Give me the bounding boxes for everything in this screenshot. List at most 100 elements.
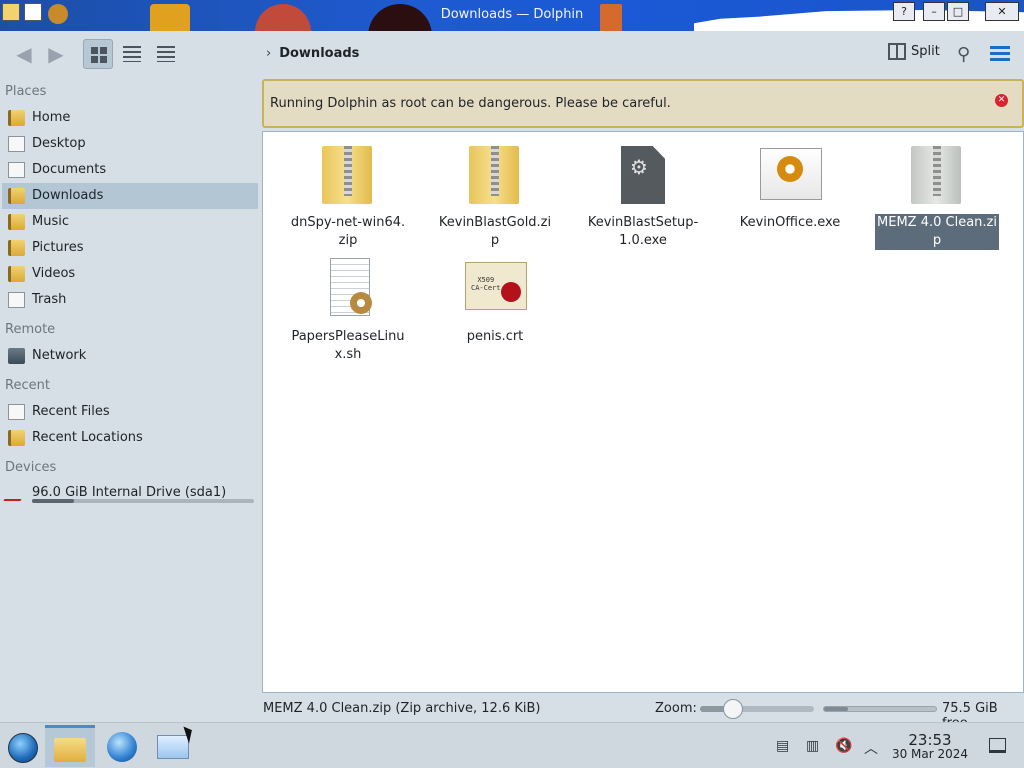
- sidebar-item-label: 96.0 GiB Internal Drive (sda1): [32, 485, 227, 500]
- file-name: KevinOffice.exe: [739, 215, 841, 230]
- certificate-icon: X509 CA-Cert: [463, 256, 527, 320]
- start-orb-icon: [8, 733, 38, 763]
- drive-capacity-fill: [32, 499, 75, 503]
- free-space-fill: [824, 707, 848, 711]
- sidebar-item-recent-files[interactable]: Recent Files: [2, 399, 258, 425]
- clock-date[interactable]: 30 Mar 2024: [885, 747, 975, 761]
- sidebar-item-desktop[interactable]: Desktop: [2, 131, 258, 157]
- file-item[interactable]: ⚙ KevinBlastSetup-1.0.exe: [581, 142, 705, 250]
- window-title: Downloads — Dolphin: [440, 7, 584, 22]
- maximize-button[interactable]: □: [947, 2, 969, 21]
- desktop-icon: [8, 136, 25, 152]
- file-item[interactable]: dnSpy-net-win64.zip: [286, 142, 410, 250]
- hamburger-menu-icon[interactable]: [990, 46, 1010, 62]
- compact-view-button[interactable]: [117, 39, 147, 69]
- details-view-icon: [157, 46, 175, 62]
- file-name: PapersPleaseLinux.sh: [291, 329, 405, 362]
- file-item[interactable]: KevinBlastGold.zip: [433, 142, 557, 250]
- sidebar-item-music[interactable]: Music: [2, 209, 258, 235]
- file-item[interactable]: KevinOffice.exe: [728, 142, 852, 232]
- free-space-bar: [823, 706, 937, 712]
- close-warning-icon[interactable]: ✕: [995, 94, 1008, 107]
- section-title-remote: Remote: [5, 322, 56, 337]
- file-name: KevinBlastSetup-1.0.exe: [587, 215, 699, 248]
- sidebar-item-label: Pictures: [32, 240, 84, 255]
- section-title-places: Places: [5, 84, 47, 99]
- sidebar-item-label: Documents: [32, 162, 107, 177]
- sidebar-item-documents[interactable]: Documents: [2, 157, 258, 183]
- sidebar-item-pictures[interactable]: Pictures: [2, 235, 258, 261]
- minimize-button[interactable]: –: [923, 2, 945, 21]
- music-folder-icon: [8, 214, 25, 230]
- help-button[interactable]: ?: [893, 2, 915, 21]
- file-name: dnSpy-net-win64.zip: [290, 215, 406, 248]
- file-name: MEMZ 4.0 Clean.zip: [875, 214, 999, 250]
- zoom-slider-handle[interactable]: [723, 699, 743, 719]
- sidebar-item-trash[interactable]: Trash: [2, 287, 258, 313]
- breadcrumb[interactable]: › Downloads: [266, 46, 359, 61]
- search-icon: ⚲: [957, 44, 971, 65]
- sidebar-item-home[interactable]: Home: [2, 105, 258, 131]
- sidebar-item-label: Desktop: [32, 136, 86, 151]
- home-folder-icon: [8, 110, 25, 126]
- sidebar-item-label: Trash: [32, 292, 67, 307]
- show-desktop-icon[interactable]: [989, 738, 1006, 753]
- screen-icon: [157, 735, 189, 759]
- updates-icon[interactable]: ▤: [776, 738, 789, 754]
- taskbar-browser[interactable]: [97, 725, 147, 767]
- taskbar-dolphin[interactable]: [45, 725, 95, 767]
- split-button[interactable]: Split: [888, 43, 940, 65]
- split-label: Split: [911, 44, 940, 59]
- sidebar-item-label: Music: [32, 214, 69, 229]
- sidebar-item-label: Recent Files: [32, 404, 110, 419]
- title-bar[interactable]: Downloads — Dolphin ? – □ ✕: [0, 0, 1024, 31]
- file-view[interactable]: dnSpy-net-win64.zip KevinBlastGold.zip ⚙…: [262, 131, 1024, 693]
- places-panel: Places Home Desktop Documents Downloads …: [0, 80, 262, 700]
- file-item[interactable]: PapersPleaseLinux.sh: [286, 256, 410, 364]
- zip-archive-icon: [905, 142, 969, 206]
- arrow-right-icon: ▶: [48, 42, 64, 66]
- back-button[interactable]: ◀: [10, 41, 38, 67]
- search-button[interactable]: ⚲: [957, 44, 970, 65]
- clipboard-icon[interactable]: ▥: [806, 738, 819, 754]
- drive-capacity-bar: [32, 499, 254, 503]
- icons-view-button[interactable]: [83, 39, 113, 69]
- documents-icon: [8, 162, 25, 178]
- zip-archive-icon: [463, 142, 527, 206]
- trash-icon: [8, 292, 25, 308]
- close-button[interactable]: ✕: [985, 2, 1019, 21]
- folder-icon: [54, 738, 86, 762]
- sidebar-item-downloads[interactable]: Downloads: [2, 183, 258, 209]
- file-item-selected[interactable]: MEMZ 4.0 Clean.zip: [875, 142, 999, 250]
- details-view-button[interactable]: [151, 39, 181, 69]
- videos-folder-icon: [8, 266, 25, 282]
- root-warning-banner: Running Dolphin as root can be dangerous…: [262, 79, 1024, 128]
- forward-button[interactable]: ▶: [42, 41, 70, 67]
- sidebar-item-label: Network: [32, 348, 87, 363]
- grid-view-icon: [91, 47, 107, 63]
- status-text: MEMZ 4.0 Clean.zip (Zip archive, 12.6 Ki…: [263, 701, 541, 716]
- sidebar-item-label: Recent Locations: [32, 430, 143, 445]
- split-view-icon: [888, 43, 906, 60]
- sidebar-item-label: Downloads: [32, 188, 104, 203]
- breadcrumb-item[interactable]: Downloads: [279, 46, 359, 61]
- sidebar-item-network[interactable]: Network: [2, 343, 258, 369]
- arrow-left-icon: ◀: [16, 42, 32, 66]
- zoom-label: Zoom:: [655, 701, 697, 716]
- network-icon: [8, 348, 25, 364]
- shell-script-icon: [316, 256, 380, 320]
- zoom-slider[interactable]: [700, 706, 814, 712]
- chevron-up-icon[interactable]: ︿: [864, 738, 878, 758]
- sidebar-item-label: Home: [32, 110, 71, 125]
- section-title-recent: Recent: [5, 378, 50, 393]
- compact-view-icon: [123, 46, 141, 62]
- file-name: KevinBlastGold.zip: [438, 215, 552, 248]
- volume-muted-icon[interactable]: 🔇: [835, 738, 852, 754]
- sidebar-item-videos[interactable]: Videos: [2, 261, 258, 287]
- file-name: penis.crt: [466, 329, 524, 344]
- file-item[interactable]: X509 CA-Cert penis.crt: [433, 256, 557, 346]
- sidebar-item-recent-locations[interactable]: Recent Locations: [2, 425, 258, 451]
- sidebar-item-label: Videos: [32, 266, 76, 281]
- start-button[interactable]: [0, 725, 50, 767]
- warning-message: Running Dolphin as root can be dangerous…: [270, 96, 671, 111]
